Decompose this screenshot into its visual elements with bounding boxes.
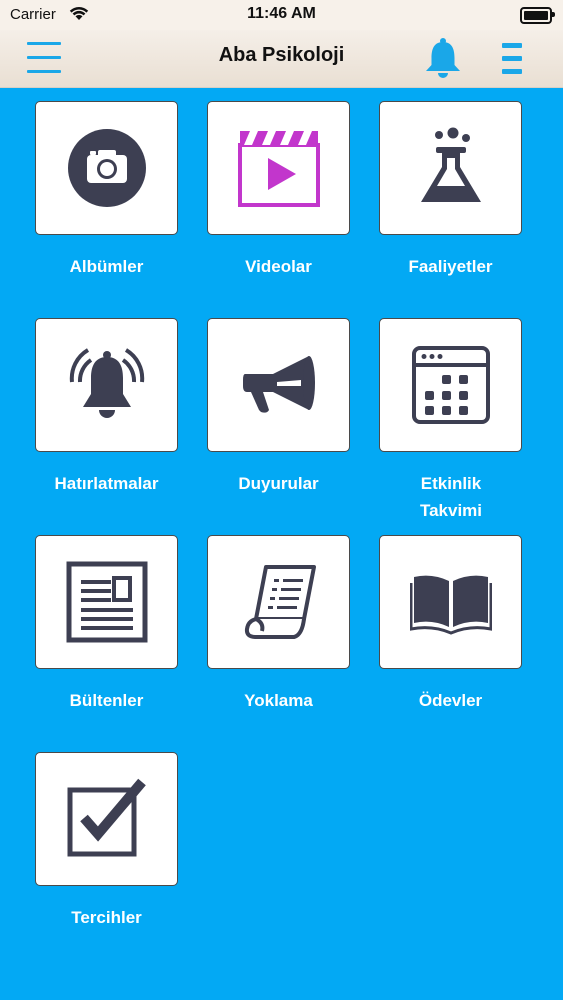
tile-box	[35, 752, 178, 886]
grid-item-label: Videolar	[245, 257, 312, 276]
more-menu-button[interactable]	[500, 40, 526, 78]
checkbox-icon	[67, 778, 146, 857]
tile-box	[379, 535, 522, 669]
tile-box	[207, 318, 350, 452]
grid-item-label: Albümler	[69, 257, 144, 276]
calendar-icon	[411, 346, 490, 424]
status-bar: Carrier 11:46 AM	[0, 0, 563, 30]
grid-item-label: Hatırlatmalar	[54, 474, 159, 493]
camera-icon	[67, 129, 146, 207]
grid-item-label: Tercihler	[71, 908, 142, 927]
tile-box	[35, 101, 178, 235]
tile-box	[207, 101, 350, 235]
tile-box	[379, 101, 522, 235]
bell-icon	[426, 38, 460, 78]
tile-box	[35, 535, 178, 669]
alarm-bell-icon	[69, 348, 144, 418]
tile-box	[35, 318, 178, 452]
grid-item-label: Duyurular	[238, 474, 319, 493]
megaphone-icon	[242, 356, 315, 413]
tile-box	[207, 535, 350, 669]
grid-item-label: Yoklama	[244, 691, 313, 710]
navigation-bar: Aba Psikoloji	[0, 30, 563, 88]
battery-icon	[520, 7, 555, 24]
page-title: Aba Psikoloji	[218, 44, 345, 66]
status-time: 11:46 AM	[247, 5, 316, 22]
document-scroll-icon	[244, 565, 316, 639]
grid-item-label: Etkinlik Takvimi	[419, 474, 483, 520]
grid-item-label: Faaliyetler	[408, 257, 493, 276]
grid-item-label: Bültenler	[69, 691, 144, 710]
flask-icon	[420, 127, 481, 202]
tile-box	[379, 318, 522, 452]
open-book-icon	[409, 575, 492, 635]
newsletter-icon	[66, 561, 147, 643]
notifications-button[interactable]	[423, 36, 463, 80]
video-clapper-icon	[237, 131, 320, 207]
grid-item-label: Ödevler	[418, 691, 483, 710]
